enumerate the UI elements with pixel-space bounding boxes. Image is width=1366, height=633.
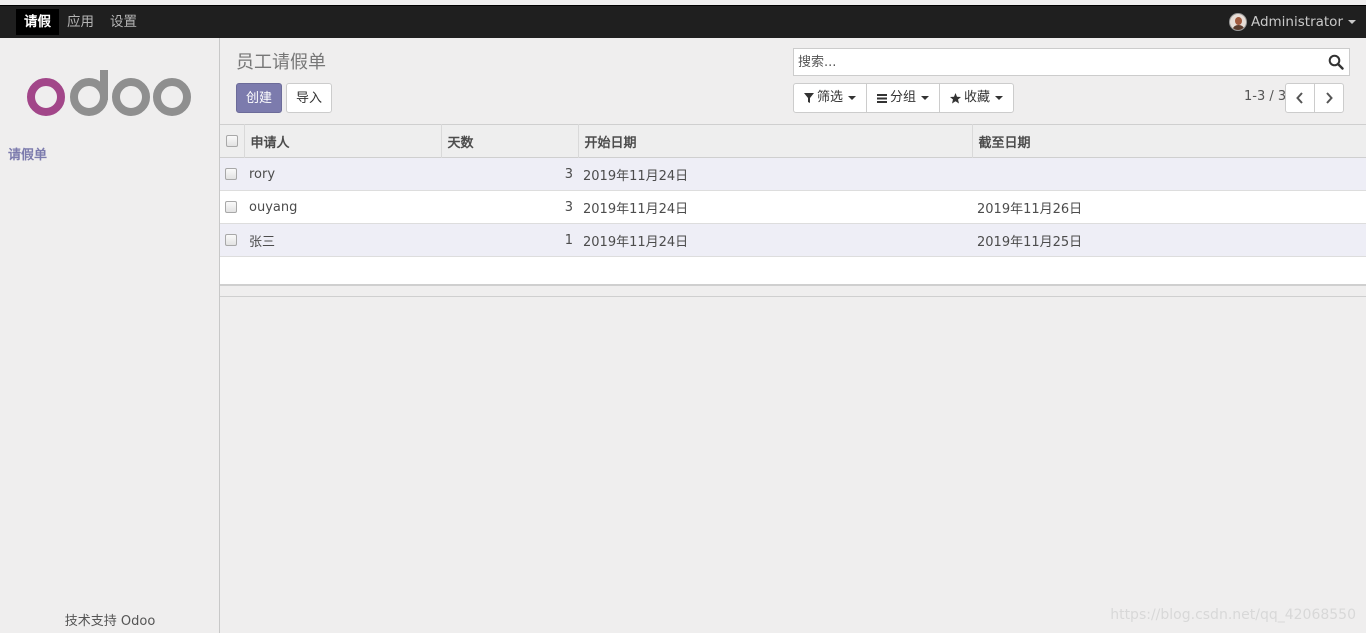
filter-icon <box>804 93 814 103</box>
search-input[interactable] <box>794 49 1314 75</box>
cell-end-date <box>972 158 1366 191</box>
select-all-checkbox[interactable] <box>226 135 238 147</box>
cell-applicant: 张三 <box>249 234 276 250</box>
cell-days: 3 <box>564 166 573 182</box>
column-header-applicant[interactable]: 申请人 <box>244 124 442 158</box>
avatar <box>1228 13 1247 31</box>
favorites-button[interactable]: 收藏 <box>939 83 1015 113</box>
table-footer <box>220 286 1366 297</box>
menu-item-apps[interactable]: 应用 <box>59 9 102 35</box>
search-icon[interactable] <box>1328 54 1344 70</box>
table-filler <box>220 257 1366 286</box>
group-by-label: 分组 <box>890 90 917 105</box>
pager-value[interactable]: 1-3 / 3 <box>1244 89 1286 104</box>
odoo-logo[interactable] <box>26 68 194 122</box>
odoo-logo-icon <box>27 70 191 116</box>
powered-prefix: 技术支持 <box>64 614 117 629</box>
app-menu: 请假 应用 设置 <box>16 9 145 35</box>
caret-down-icon <box>848 96 857 100</box>
user-menu[interactable]: Administrator <box>1228 13 1356 31</box>
list-icon <box>877 94 888 103</box>
sidebar: 请假单 技术支持 Odoo <box>0 38 220 633</box>
search-options: 筛选 分组 收藏 <box>793 83 1015 113</box>
search-box <box>793 48 1350 76</box>
table-row[interactable]: 张三 1 2019年11月24日 2019年11月25日 <box>220 223 1366 257</box>
cell-start-date: 2019年11月24日 <box>583 168 689 184</box>
powered-by: 技术支持 Odoo <box>0 610 220 629</box>
cell-applicant: rory <box>249 166 276 182</box>
row-checkbox[interactable] <box>225 234 237 246</box>
user-name: Administrator <box>1250 14 1343 30</box>
select-all-cell <box>220 124 245 158</box>
star-icon <box>950 92 962 103</box>
filter-label: 筛选 <box>817 90 844 105</box>
leave-list: 申请人 天数 开始日期 截至日期 rory 3 2019年11月24日 ouya… <box>220 124 1366 297</box>
table-row[interactable]: ouyang 3 2019年11月24日 2019年11月26日 <box>220 190 1366 224</box>
top-navbar: 请假 应用 设置 Administrator <box>0 5 1366 38</box>
cell-start-date: 2019年11月24日 <box>583 201 689 217</box>
cell-start-date: 2019年11月24日 <box>583 234 689 250</box>
create-button[interactable]: 创建 <box>236 83 282 113</box>
leave-table: 申请人 天数 开始日期 截至日期 rory 3 2019年11月24日 ouya… <box>220 124 1366 257</box>
page-title: 员工请假单 <box>236 52 326 73</box>
table-row[interactable]: rory 3 2019年11月24日 <box>220 157 1366 191</box>
chevron-left-icon <box>1296 92 1303 104</box>
watermark: https://blog.csdn.net/qq_42068550 <box>1110 607 1356 623</box>
column-header-start-date[interactable]: 开始日期 <box>578 124 973 158</box>
column-header-end-date[interactable]: 截至日期 <box>972 125 1366 158</box>
group-by-button[interactable]: 分组 <box>866 83 941 113</box>
cell-applicant: ouyang <box>249 199 298 215</box>
favorites-label: 收藏 <box>964 90 991 105</box>
cell-end-date: 2019年11月26日 <box>977 201 1083 217</box>
table-header-row: 申请人 天数 开始日期 截至日期 <box>220 124 1366 158</box>
import-button[interactable]: 导入 <box>286 83 332 113</box>
powered-brand-link[interactable]: Odoo <box>121 614 155 629</box>
sidebar-item-leave-requests[interactable]: 请假单 <box>8 144 47 163</box>
cell-days: 1 <box>564 232 573 248</box>
chevron-right-icon <box>1326 92 1333 104</box>
menu-item-settings[interactable]: 设置 <box>102 9 145 35</box>
caret-down-icon <box>921 96 930 100</box>
row-select-cell <box>220 224 244 257</box>
caret-down-icon <box>995 96 1004 100</box>
column-header-days[interactable]: 天数 <box>441 124 579 158</box>
pager-previous-button[interactable] <box>1285 83 1315 113</box>
row-checkbox[interactable] <box>225 201 237 213</box>
menu-item-leave[interactable]: 请假 <box>16 9 59 35</box>
pager-next-button[interactable] <box>1314 83 1344 113</box>
cell-days: 3 <box>564 199 573 215</box>
row-select-cell <box>220 158 244 191</box>
row-checkbox[interactable] <box>225 168 237 180</box>
caret-down-icon <box>1348 20 1356 24</box>
filter-button[interactable]: 筛选 <box>793 83 868 113</box>
row-select-cell <box>220 191 244 224</box>
cell-end-date: 2019年11月25日 <box>977 234 1083 250</box>
